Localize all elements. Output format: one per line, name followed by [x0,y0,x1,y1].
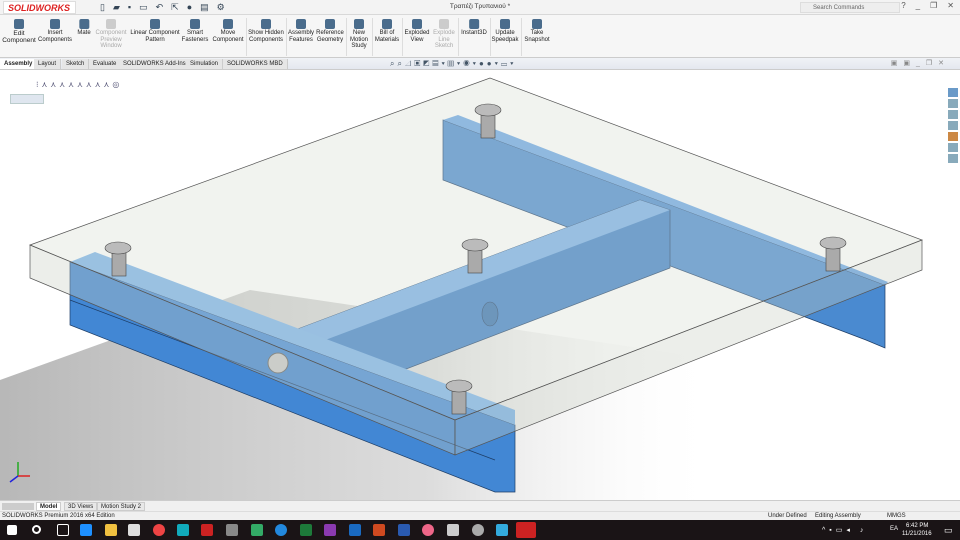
instant3d-button[interactable]: Instant3D [461,19,487,37]
pattern-icon [150,19,160,29]
edit-component-icon [14,19,24,29]
tab-mbd[interactable]: SOLIDWORKS MBD [223,59,288,69]
take-snapshot-button[interactable]: Take Snapshot [522,19,552,43]
solidworks-active-icon[interactable] [516,522,536,538]
clock-time[interactable]: 6:42 PM [906,523,928,529]
task-pane-tabs[interactable] [948,88,958,174]
mate-icon [79,19,89,29]
camera-icon [532,19,542,29]
tab-layout[interactable]: Layout [34,59,62,69]
app-icon[interactable] [496,524,508,536]
edge-icon[interactable] [80,524,92,536]
start-icon[interactable] [7,525,17,535]
status-bar: SOLIDWORKS Premium 2016 x64 Edition Unde… [0,511,960,520]
tab-assembly[interactable]: Assembly [0,59,38,69]
app-icon[interactable] [275,524,287,536]
graphics-area[interactable]: ⁝⋏⋏⋏⋏⋏⋏⋏⋏◎ [0,70,960,500]
explode-line-icon [439,19,449,29]
move-component-button[interactable]: Move Component [210,19,246,43]
move-icon [223,19,233,29]
chrome-icon[interactable] [153,524,165,536]
outlook-icon[interactable] [349,524,361,536]
assembly-model [0,77,923,500]
document-window-controls[interactable]: ▣▣_❐✕ [891,59,950,67]
calculator-icon[interactable] [447,524,459,536]
insert-components-icon [50,19,60,29]
speedpak-icon [500,19,510,29]
tab-evaluate[interactable]: Evaluate [89,59,122,69]
search-icon[interactable] [32,525,41,534]
assembly-features-icon [296,19,306,29]
exploded-view-icon [412,19,422,29]
onenote-icon[interactable] [324,524,336,536]
tab-scroll-arrows[interactable] [2,503,34,510]
app-icon[interactable] [177,524,189,536]
tab-simulation[interactable]: Simulation [186,59,224,69]
notifications-icon[interactable]: ▭ [944,525,953,536]
tab-motion-study-2[interactable]: Motion Study 2 [97,502,146,511]
app-icon[interactable] [226,524,238,536]
show-hidden-icon [261,19,271,29]
help-icon[interactable]: ? [901,1,905,10]
bom-icon [382,19,392,29]
tab-addins[interactable]: SOLIDWORKS Add-Ins [119,59,191,69]
explode-line-sketch-button[interactable]: Explode Line Sketch [432,19,456,50]
fastener-icon [190,19,200,29]
system-tray-icons[interactable]: ^▪▭◂ ♪ [822,526,867,534]
tab-3d-views[interactable]: 3D Views [64,502,98,511]
mate-button[interactable]: Mate [77,19,91,37]
update-speedpak-button[interactable]: Update Speedpak [490,19,520,43]
title-bar: SOLIDWORKS ▯ ▰ ▪ ▭ ↶ ⇱ ● ▤ ⚙ Τραπέζι Τρυπανιού *… [0,0,960,15]
bill-of-materials-button[interactable]: Bill of Materials [373,19,401,43]
close-button[interactable]: ✕ [947,1,954,10]
search-commands-input[interactable]: Search Commands [800,2,900,13]
reference-geometry-button[interactable]: Reference Geometry [315,19,345,43]
app-icon[interactable] [251,524,263,536]
preview-window-icon [106,19,116,29]
configuration-toggle[interactable] [10,94,44,104]
task-view-icon[interactable] [57,524,69,536]
heads-up-view-toolbar[interactable]: ⌕⌕◿▣◩▤▾▥▾◉▾●●▾▭▾ [390,59,516,69]
app-icon[interactable] [422,524,434,536]
tab-model[interactable]: Model [36,502,62,511]
motion-study-icon [354,19,364,29]
smart-fasteners-button[interactable]: Smart Fasteners [180,19,210,43]
windows-taskbar: ^▪▭◂ ♪ EA 6:42 PM 11/21/2016 ▭ [0,520,960,540]
word-icon[interactable] [398,524,410,536]
excel-icon[interactable] [300,524,312,536]
edit-component-button[interactable]: Edit Component [2,19,36,44]
restore-button[interactable]: ❐ [930,1,937,10]
reference-geometry-icon [325,19,335,29]
tab-sketch[interactable]: Sketch [62,59,90,69]
instant3d-icon [469,19,479,29]
command-tabs: Assembly Layout Sketch Evaluate SOLIDWOR… [0,58,960,70]
exploded-view-button[interactable]: Exploded View [403,19,431,43]
clock-date[interactable]: 11/21/2016 [902,531,932,537]
show-hidden-components-button[interactable]: Show Hidden Components [248,19,284,43]
app-icon[interactable] [472,524,484,536]
assembly-features-button[interactable]: Assembly Features [286,19,316,43]
linear-component-pattern-button[interactable]: Linear Component Pattern [129,19,181,43]
selection-filter-toolbar[interactable]: ⁝⋏⋏⋏⋏⋏⋏⋏⋏◎ [36,80,122,89]
powerpoint-icon[interactable] [373,524,385,536]
component-preview-window-button[interactable]: Component Preview Window [94,19,128,50]
store-icon[interactable] [128,524,140,536]
model-tabs: Model 3D Views Motion Study 2 [0,500,960,511]
file-explorer-icon[interactable] [105,524,117,536]
language-indicator[interactable]: EA [890,526,898,532]
new-motion-study-button[interactable]: New Motion Study [347,19,371,50]
insert-components-button[interactable]: Insert Components [37,19,73,43]
command-manager-ribbon: Edit Component Insert Components Mate Co… [0,15,960,58]
solidworks-taskbar-icon[interactable] [201,524,213,536]
minimize-button[interactable]: _ [916,1,920,10]
